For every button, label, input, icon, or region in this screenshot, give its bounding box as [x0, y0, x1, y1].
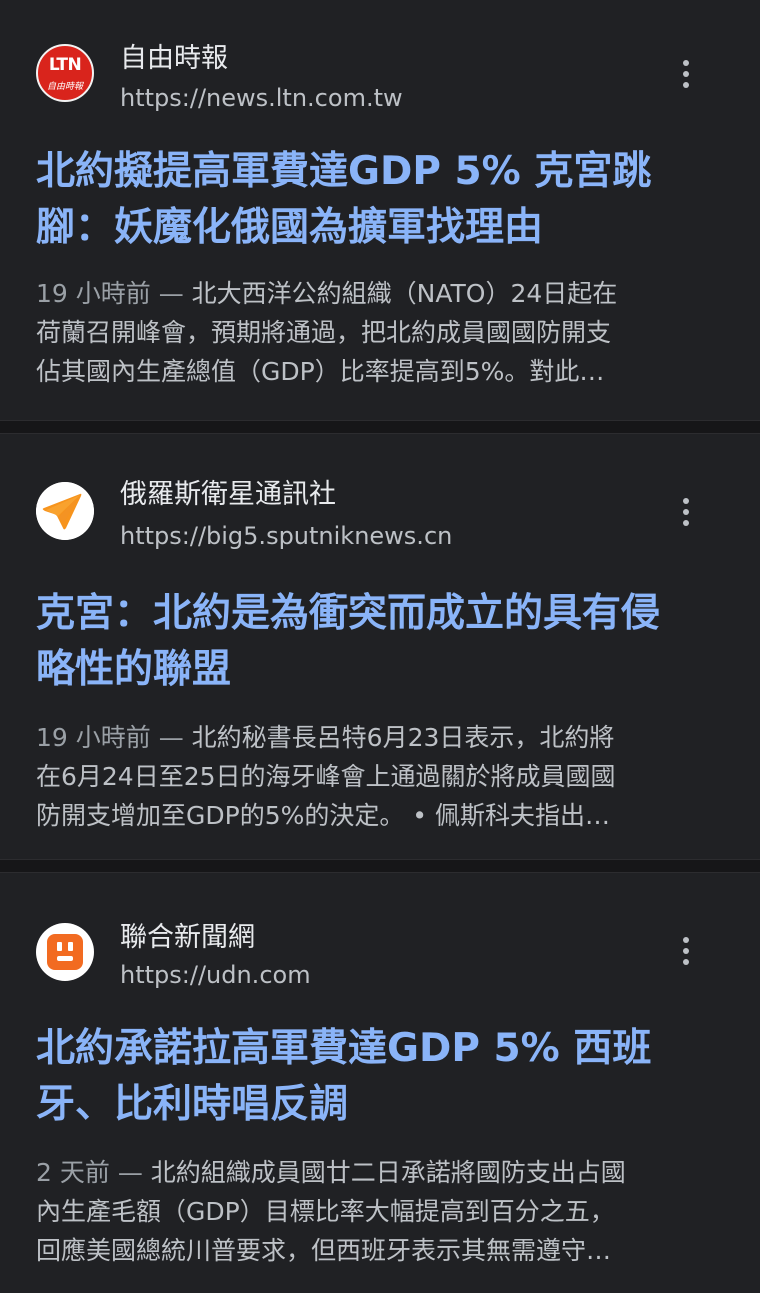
snippet-line: 防開支增加至GDP的5%的決定。 • 佩斯科夫指出… — [36, 801, 611, 830]
source-url[interactable]: https://big5.sputniknews.cn — [120, 522, 452, 550]
source-name[interactable]: 自由時報 — [120, 36, 228, 75]
news-card-ltn[interactable]: LTN 自由時報 自由時報 https://news.ltn.com.tw 北約… — [0, 0, 760, 420]
snippet-line: 荷蘭召開峰會，預期將通過，把北約成員國國防開支 — [36, 318, 612, 347]
headline-line: 北約承諾拉高軍費達GDP 5% 西班 — [36, 1026, 652, 1071]
separator: — — [158, 723, 184, 752]
card-divider — [0, 420, 760, 434]
sputnik-logo-svg — [36, 482, 94, 540]
udn-logo-icon — [36, 923, 94, 981]
sputnik-logo-icon — [36, 482, 94, 540]
snippet-line: 內生產毛額（GDP）目標比率大幅提高到百分之五， — [36, 1197, 615, 1226]
headline-line: 腳：妖魔化俄國為擴軍找理由 — [36, 205, 544, 250]
timestamp: 19 小時前 — [36, 279, 151, 308]
headline-line: 北約擬提高軍費達GDP 5% 克宮跳 — [36, 149, 652, 194]
snippet-line: 2 天前 — 北約組織成員國廿二日承諾將國防支出占國 — [36, 1158, 626, 1187]
ltn-logo-subtext: 自由時報 — [46, 82, 83, 92]
more-vert-icon[interactable] — [672, 54, 700, 94]
headline-line: 略性的聯盟 — [36, 647, 232, 692]
timestamp: 19 小時前 — [36, 723, 151, 752]
snippet-line: 19 小時前 — 北約秘書長呂特6月23日表示，北約將 — [36, 723, 615, 752]
news-card-sputnik[interactable]: 俄羅斯衛星通訊社 https://big5.sputniknews.cn 克宮：… — [0, 434, 760, 859]
headline-line: 牙、比利時唱反調 — [36, 1082, 349, 1127]
snippet: 2 天前 — 北約組織成員國廿二日承諾將國防支出占國 內生產毛額（GDP）目標比… — [36, 1153, 724, 1270]
snippet: 19 小時前 — 北約秘書長呂特6月23日表示，北約將 在6月24日至25日的海… — [36, 718, 724, 835]
headline-link[interactable]: 北約承諾拉高軍費達GDP 5% 西班 牙、比利時唱反調 — [36, 1021, 724, 1133]
source-url[interactable]: https://udn.com — [120, 961, 311, 989]
headline-link[interactable]: 北約擬提高軍費達GDP 5% 克宮跳 腳：妖魔化俄國為擴軍找理由 — [36, 144, 724, 256]
card-divider — [0, 859, 760, 873]
udn-logo-mark — [47, 934, 83, 970]
news-card-udn[interactable]: 聯合新聞網 https://udn.com 北約承諾拉高軍費達GDP 5% 西班… — [0, 873, 760, 1293]
snippet-line: 佔其國內生產總值（GDP）比率提高到5%。對此… — [36, 357, 605, 386]
snippet-line: 在6月24日至25日的海牙峰會上通過關於將成員國國 — [36, 762, 616, 791]
snippet-line: 19 小時前 — 北大西洋公約組織（NATO）24日起在 — [36, 279, 618, 308]
source-name[interactable]: 俄羅斯衛星通訊社 — [120, 472, 336, 511]
separator: — — [158, 279, 184, 308]
snippet: 19 小時前 — 北大西洋公約組織（NATO）24日起在 荷蘭召開峰會，預期將通… — [36, 274, 724, 391]
source-name[interactable]: 聯合新聞網 — [120, 915, 255, 954]
more-vert-icon[interactable] — [672, 492, 700, 532]
source-row: 聯合新聞網 https://udn.com — [36, 873, 724, 1003]
separator: — — [117, 1158, 143, 1187]
source-url[interactable]: https://news.ltn.com.tw — [120, 84, 403, 112]
ltn-logo-text: LTN — [48, 55, 82, 75]
ltn-logo-icon: LTN 自由時報 — [36, 44, 94, 102]
headline-line: 克宮：北約是為衝突而成立的具有侵 — [36, 591, 661, 636]
timestamp: 2 天前 — [36, 1158, 110, 1187]
source-row: 俄羅斯衛星通訊社 https://big5.sputniknews.cn — [36, 434, 724, 564]
source-row: LTN 自由時報 自由時報 https://news.ltn.com.tw — [36, 0, 724, 124]
snippet-line: 回應美國總統川普要求，但西班牙表示其無需遵守… — [36, 1236, 612, 1265]
more-vert-icon[interactable] — [672, 931, 700, 971]
headline-link[interactable]: 克宮：北約是為衝突而成立的具有侵 略性的聯盟 — [36, 586, 724, 698]
